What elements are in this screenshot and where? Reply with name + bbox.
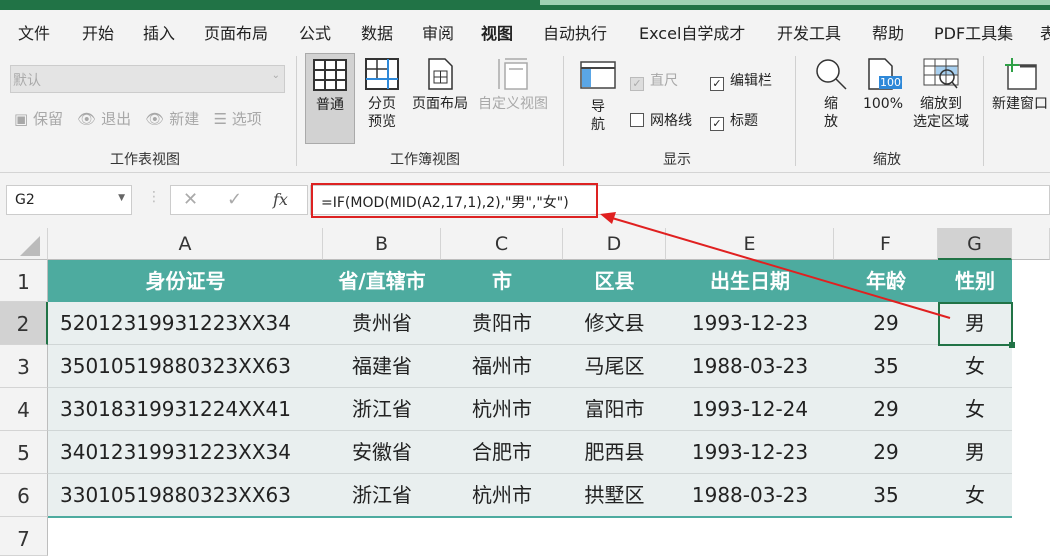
annotation-arrow	[600, 212, 951, 319]
